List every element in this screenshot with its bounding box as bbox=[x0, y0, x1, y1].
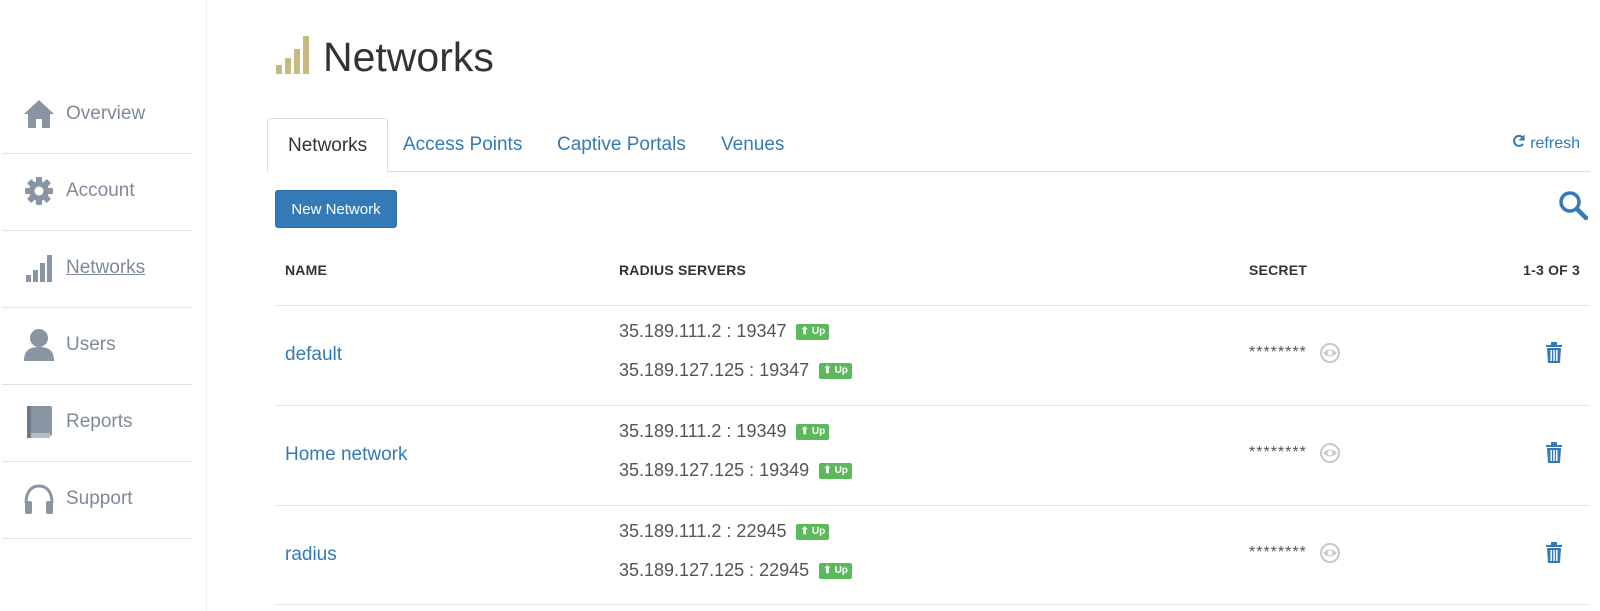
radius-server-address: 35.189.127.125 : 22945 bbox=[619, 560, 810, 580]
table-row: default 35.189.111.2 : 19347 ⬆ Up 35.189.… bbox=[275, 305, 1590, 405]
table-row: radius 35.189.111.2 : 22945 ⬆ Up 35.189.1… bbox=[275, 505, 1590, 605]
eye-icon bbox=[1319, 343, 1341, 368]
trash-icon bbox=[1545, 442, 1563, 468]
status-badge: ⬆ Up bbox=[796, 323, 830, 340]
page-title-text: Networks bbox=[323, 34, 494, 80]
headphones-icon bbox=[22, 481, 56, 517]
trash-icon bbox=[1545, 542, 1563, 568]
radius-server: 35.189.127.125 : 22945 ⬆ Up bbox=[619, 560, 852, 581]
arrow-up-icon: ⬆ bbox=[800, 526, 809, 537]
radius-server: 35.189.111.2 : 19349 ⬆ Up bbox=[619, 421, 830, 442]
status-badge: ⬆ Up bbox=[796, 523, 830, 540]
radius-server-address: 35.189.111.2 : 19347 bbox=[619, 321, 787, 341]
sidebar-item-label: Reports bbox=[66, 410, 133, 432]
pagination-count: 1-3 OF 3 bbox=[1523, 262, 1580, 278]
refresh-label: refresh bbox=[1530, 134, 1580, 152]
column-header-secret[interactable]: SECRET bbox=[1249, 262, 1307, 278]
arrow-up-icon: ⬆ bbox=[800, 326, 809, 337]
tab-venues[interactable]: Venues bbox=[701, 118, 804, 172]
eye-icon bbox=[1319, 443, 1341, 468]
column-header-radius-servers[interactable]: RADIUS SERVERS bbox=[619, 262, 746, 278]
sidebar-item-label: Account bbox=[66, 179, 135, 201]
radius-server-address: 35.189.127.125 : 19347 bbox=[619, 360, 810, 380]
tab-access-points[interactable]: Access Points bbox=[383, 118, 542, 172]
show-secret-button[interactable] bbox=[1319, 342, 1341, 364]
network-name-link[interactable]: Home network bbox=[285, 444, 408, 466]
delete-button[interactable] bbox=[1545, 442, 1565, 466]
refresh-icon bbox=[1512, 134, 1526, 153]
status-badge: ⬆ Up bbox=[819, 362, 852, 379]
eye-icon bbox=[1319, 543, 1341, 568]
sidebar-item-account[interactable]: Account bbox=[2, 151, 192, 231]
arrow-up-icon: ⬆ bbox=[823, 365, 832, 376]
delete-button[interactable] bbox=[1545, 342, 1565, 366]
sidebar-item-reports[interactable]: Reports bbox=[2, 382, 192, 462]
radius-server: 35.189.127.125 : 19349 ⬆ Up bbox=[619, 460, 852, 481]
radius-server: 35.189.111.2 : 19347 ⬆ Up bbox=[619, 321, 830, 342]
status-badge: ⬆ Up bbox=[796, 423, 830, 440]
sidebar-item-label: Networks bbox=[66, 256, 146, 278]
tab-captive-portals[interactable]: Captive Portals bbox=[537, 118, 706, 172]
radius-server-address: 35.189.127.125 : 19349 bbox=[619, 460, 810, 480]
secret-value: ******** bbox=[1249, 344, 1307, 361]
sidebar-item-support[interactable]: Support bbox=[2, 459, 192, 539]
radius-server: 35.189.127.125 : 19347 ⬆ Up bbox=[619, 360, 852, 381]
secret-value: ******** bbox=[1249, 544, 1307, 561]
sidebar-item-overview[interactable]: Overview bbox=[2, 74, 192, 154]
sidebar-item-networks[interactable]: Networks bbox=[2, 228, 192, 308]
signal-bars-icon bbox=[275, 35, 311, 80]
secret-value: ******** bbox=[1249, 444, 1307, 461]
refresh-button[interactable]: refresh bbox=[1512, 134, 1580, 153]
tab-bar: Networks Access Points Captive Portals V… bbox=[267, 118, 1590, 173]
signal-bars-icon bbox=[22, 250, 56, 286]
search-button[interactable] bbox=[1558, 190, 1590, 222]
new-network-button[interactable]: New Network bbox=[275, 190, 397, 228]
radius-server-address: 35.189.111.2 : 19349 bbox=[619, 421, 787, 441]
status-badge: ⬆ Up bbox=[819, 562, 852, 579]
trash-icon bbox=[1545, 342, 1563, 368]
book-icon bbox=[22, 404, 56, 440]
search-icon bbox=[1558, 191, 1589, 224]
sidebar-item-label: Users bbox=[66, 333, 116, 355]
sidebar-item-label: Overview bbox=[66, 102, 146, 124]
arrow-up-icon: ⬆ bbox=[800, 426, 809, 437]
radius-server-address: 35.189.111.2 : 22945 bbox=[619, 521, 787, 541]
network-name-link[interactable]: radius bbox=[285, 544, 337, 566]
sidebar: Overview Account Networks Users Reports … bbox=[0, 0, 207, 611]
radius-server: 35.189.111.2 : 22945 ⬆ Up bbox=[619, 521, 830, 542]
page-title: Networks bbox=[275, 30, 494, 85]
table-row: Home network 35.189.111.2 : 19349 ⬆ Up 35… bbox=[275, 405, 1590, 505]
arrow-up-icon: ⬆ bbox=[823, 565, 832, 576]
show-secret-button[interactable] bbox=[1319, 442, 1341, 464]
arrow-up-icon: ⬆ bbox=[823, 465, 832, 476]
sidebar-item-users[interactable]: Users bbox=[2, 305, 192, 385]
show-secret-button[interactable] bbox=[1319, 542, 1341, 564]
user-icon bbox=[22, 327, 56, 363]
column-header-name[interactable]: NAME bbox=[285, 262, 327, 278]
gear-icon bbox=[22, 173, 56, 209]
sidebar-item-label: Support bbox=[66, 487, 133, 509]
tab-networks[interactable]: Networks bbox=[267, 118, 389, 173]
delete-button[interactable] bbox=[1545, 542, 1565, 566]
status-badge: ⬆ Up bbox=[819, 462, 852, 479]
home-icon bbox=[22, 96, 56, 132]
network-name-link[interactable]: default bbox=[285, 344, 342, 366]
